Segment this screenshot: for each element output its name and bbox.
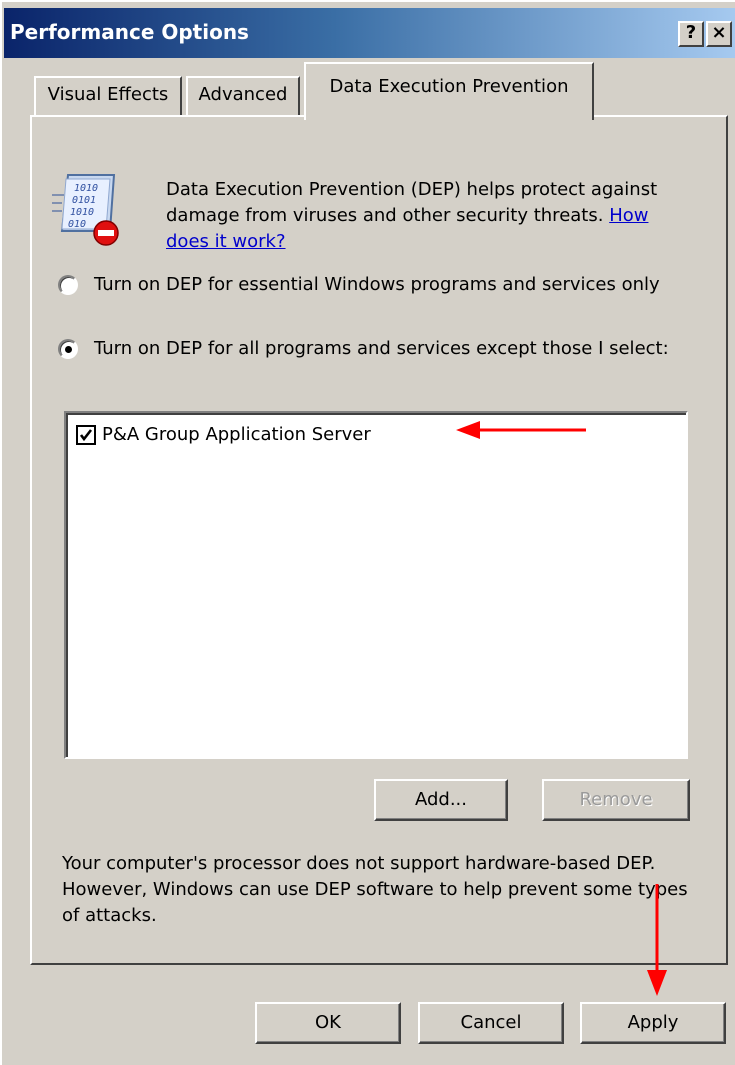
svg-text:010: 010 [68, 219, 86, 230]
svg-text:0101: 0101 [72, 195, 96, 206]
dep-description: Data Execution Prevention (DEP) helps pr… [166, 177, 686, 255]
dep-hardware-note: Your computer's processor does not suppo… [62, 853, 688, 926]
dep-shield-icon: 1010 0101 1010 010 [52, 174, 119, 246]
add-button[interactable]: Add... [374, 779, 508, 821]
radio-essential-only-label: Turn on DEP for essential Windows progra… [94, 274, 660, 295]
radio-all-except-selected-label: Turn on DEP for all programs and service… [94, 338, 669, 359]
tab-data-execution-prevention[interactable]: Data Execution Prevention [304, 62, 594, 120]
checkmark-icon [79, 429, 93, 442]
svg-text:1010: 1010 [70, 207, 94, 218]
radio-essential-only-button[interactable] [58, 275, 78, 295]
performance-options-window: Performance Options ? × Visual Effects A… [0, 0, 735, 1065]
radio-all-except-selected-button[interactable] [58, 339, 78, 359]
annotation-arrow-down [647, 884, 667, 996]
annotation-arrow-left [456, 421, 586, 439]
cancel-button[interactable]: Cancel [418, 1002, 564, 1044]
close-button[interactable]: × [706, 21, 732, 47]
dep-exceptions-list[interactable]: P&A Group Application Server [64, 411, 688, 759]
tab-advanced[interactable]: Advanced [186, 76, 300, 116]
dep-description-text: Data Execution Prevention (DEP) helps pr… [166, 179, 658, 226]
exception-label: P&A Group Application Server [102, 424, 371, 445]
help-button[interactable]: ? [678, 21, 704, 47]
tab-visual-effects[interactable]: Visual Effects [34, 76, 182, 116]
title-bar: Performance Options ? × [4, 8, 735, 58]
apply-button[interactable]: Apply [580, 1002, 726, 1044]
remove-button[interactable]: Remove [542, 779, 690, 821]
dep-tab-panel: 1010 0101 1010 010 Data Execution Preven… [30, 115, 728, 965]
exception-checkbox[interactable] [76, 425, 96, 445]
ok-button[interactable]: OK [255, 1002, 401, 1044]
svg-text:1010: 1010 [74, 183, 98, 194]
window-title: Performance Options [10, 20, 249, 44]
